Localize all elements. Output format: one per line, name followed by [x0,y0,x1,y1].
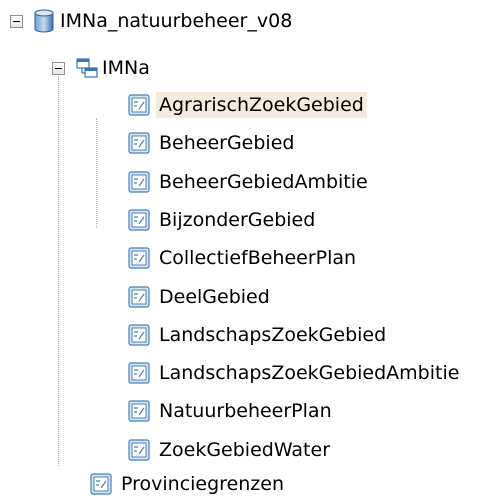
feature-class-label: LandschapsZoekGebied [159,324,387,346]
feature-class-icon [128,400,150,422]
tree-row-schema[interactable]: IMNa [52,53,153,83]
feature-class-icon [128,286,150,308]
tree-row-feature-class[interactable]: ZoekGebiedWater [128,435,333,465]
tree-row-feature-class[interactable]: LandschapsZoekGebiedAmbitie [128,358,462,388]
table-label: Provinciegrenzen [121,473,285,495]
feature-class-icon [90,473,112,495]
feature-class-label: BijzonderGebied [159,209,316,231]
tree-row-feature-class[interactable]: AgrarischZoekGebied [128,90,367,120]
feature-class-icon [128,247,150,269]
feature-class-label: CollectiefBeheerPlan [159,247,357,269]
collapse-toggle[interactable] [52,61,65,75]
catalog-tree: IMNa_natuurbeheer_v08 IMNa AgrarischZoek… [0,0,502,498]
feature-class-icon [128,171,150,193]
feature-class-label: NatuurbeheerPlan [159,400,332,422]
feature-class-label: ZoekGebiedWater [159,439,330,461]
tree-guide-line [58,76,59,466]
schema-icon [75,56,99,80]
feature-class-label: BeheerGebiedAmbitie [159,171,368,193]
feature-class-icon [128,209,150,231]
tree-row-feature-class[interactable]: BeheerGebiedAmbitie [128,167,371,197]
feature-class-icon [128,439,150,461]
tree-row-table[interactable]: Provinciegrenzen [90,469,287,499]
collapse-toggle[interactable] [10,14,23,28]
feature-class-label: LandschapsZoekGebiedAmbitie [159,362,460,384]
feature-class-icon [128,362,150,384]
feature-class-icon [128,132,150,154]
schema-label: IMNa [102,57,150,79]
tree-row-database[interactable]: IMNa_natuurbeheer_v08 [10,6,295,36]
feature-class-icon [128,94,150,116]
tree-row-feature-class[interactable]: CollectiefBeheerPlan [128,243,359,273]
tree-row-feature-class[interactable]: LandschapsZoekGebied [128,320,389,350]
tree-row-feature-class[interactable]: DeelGebied [128,282,273,312]
tree-row-feature-class[interactable]: NatuurbeheerPlan [128,396,335,426]
feature-class-label: AgrarischZoekGebied [156,92,367,118]
feature-class-label: BeheerGebied [159,132,295,154]
database-icon [31,8,57,34]
tree-guide-line [96,118,97,228]
database-label: IMNa_natuurbeheer_v08 [60,10,293,32]
feature-class-label: DeelGebied [159,286,270,308]
tree-row-feature-class[interactable]: BijzonderGebied [128,205,318,235]
tree-row-feature-class[interactable]: BeheerGebied [128,128,297,158]
feature-class-icon [128,324,150,346]
